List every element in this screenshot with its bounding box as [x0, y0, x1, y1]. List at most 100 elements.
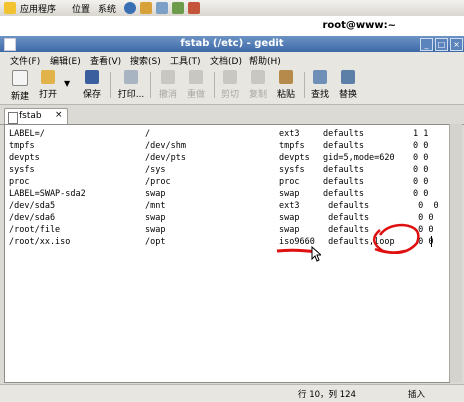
red-annotation	[276, 223, 420, 254]
presentation-icon[interactable]	[188, 2, 200, 14]
save-icon	[85, 70, 99, 84]
vertical-scrollbar[interactable]	[449, 124, 462, 382]
editor-line-2-field-3: tmpfs	[279, 141, 305, 151]
tab-fstab[interactable]: fstab ×	[4, 108, 68, 125]
editor-line-3-field-2: /dev/pts	[145, 153, 186, 163]
editor-line-1-field-2: /	[145, 129, 151, 139]
find-button[interactable]: 查找	[308, 70, 332, 100]
window-titlebar[interactable]: fstab (/etc) - gedit _ □ ×	[0, 36, 464, 52]
editor-line-10-field-2: /opt	[145, 237, 166, 247]
editor-line-4-field-5: 0 0	[413, 165, 429, 175]
replace-icon	[341, 70, 355, 84]
editor-line-4-field-1: sysfs	[9, 165, 35, 175]
toolbar-separator	[110, 72, 111, 98]
editor-line-8-field-4: defaults	[323, 213, 370, 223]
cursor-position: 行 10，列 124	[298, 390, 356, 400]
menu-documents[interactable]: 文档(D)	[210, 54, 242, 67]
printer-icon	[124, 70, 138, 84]
tab-label: fstab	[19, 111, 42, 121]
applications-menu[interactable]: 应用程序	[20, 2, 56, 15]
places-menu[interactable]: 位置	[72, 2, 90, 15]
editor-line-6-field-5: 0 0	[413, 189, 429, 199]
find-icon	[313, 70, 327, 84]
copy-button[interactable]: 复制	[246, 70, 270, 100]
menu-search[interactable]: 搜索(S)	[130, 54, 161, 67]
document-icon	[8, 112, 18, 124]
menu-edit[interactable]: 编辑(E)	[50, 54, 81, 67]
minimize-button[interactable]: _	[420, 38, 433, 51]
editor-line-5-field-5: 0 0	[413, 177, 429, 187]
editor-line-1-field-1: LABEL=/	[9, 129, 45, 139]
close-button[interactable]: ×	[450, 38, 463, 51]
text-editor[interactable]: LABEL=/ / ext3 defaults 1 1 tmpfs/dev/shm tmpf…	[4, 124, 450, 383]
undo-button[interactable]: 撤消	[156, 70, 180, 100]
clipboard-icon	[279, 70, 293, 84]
editor-line-1-field-3: ext3	[279, 129, 300, 139]
word-processor-icon[interactable]	[156, 2, 168, 14]
editor-line-3-field-3: devpts	[279, 153, 310, 163]
paste-button[interactable]: 粘贴	[274, 70, 298, 100]
editor-line-7-field-5: 0 0	[413, 201, 439, 211]
browser-icon[interactable]	[124, 2, 136, 14]
insert-mode: 插入	[408, 390, 426, 400]
window-title: fstab (/etc) - gedit	[180, 38, 284, 49]
editor-line-7-field-2: /mnt	[145, 201, 166, 211]
copy-icon	[251, 70, 265, 84]
editor-line-9-field-3: swap	[279, 225, 300, 235]
editor-line-6-field-1: LABEL=SWAP-sda2	[9, 189, 86, 199]
menu-file[interactable]: 文件(F)	[10, 54, 40, 67]
tab-close-button[interactable]: ×	[55, 110, 63, 120]
toolbar-separator	[150, 72, 151, 98]
editor-line-6-field-3: swap	[279, 189, 300, 199]
editor-line-4-field-2: /sys	[145, 165, 166, 175]
undo-icon	[161, 70, 175, 84]
editor-line-3-field-4: gid=5,mode=620	[323, 153, 395, 163]
editor-line-9-field-4: defaults	[323, 225, 370, 235]
save-button[interactable]: 保存	[80, 70, 104, 100]
print-button[interactable]: 打印...	[116, 70, 146, 100]
statusbar: 行 10，列 124 插入	[0, 384, 464, 402]
editor-line-2-field-2: /dev/shm	[145, 141, 186, 151]
mail-icon[interactable]	[140, 2, 152, 14]
open-dropdown-icon[interactable]: ▼	[64, 79, 70, 88]
toolbar: 新建 打开 ▼ 保存 打印... 撤消 重做 剪切 复制 粘贴 查找 替换	[0, 67, 464, 105]
editor-line-5-field-2: /proc	[145, 177, 171, 187]
editor-line-2-field-1: tmpfs	[9, 141, 35, 151]
open-button[interactable]: 打开	[36, 70, 60, 100]
editor-line-5-field-1: proc	[9, 177, 30, 187]
new-document-icon	[12, 70, 28, 86]
maximize-button[interactable]: □	[435, 38, 448, 51]
editor-line-10-field-4: defaults,loop	[323, 237, 395, 247]
folder-icon	[41, 70, 55, 84]
editor-line-4-field-4: defaults	[323, 165, 364, 175]
editor-line-9-field-2: swap	[145, 225, 166, 235]
system-menu[interactable]: 系统	[98, 2, 116, 15]
new-button[interactable]: 新建	[8, 70, 32, 102]
menu-tools[interactable]: 工具(T)	[170, 54, 201, 67]
editor-line-10-field-1: /root/xx.iso	[9, 237, 71, 247]
foot-icon[interactable]	[4, 2, 16, 14]
mouse-pointer-icon	[311, 246, 321, 262]
editor-line-8-field-2: swap	[145, 213, 166, 223]
desktop-top-panel: 应用程序 位置 系统	[0, 0, 464, 17]
cut-button[interactable]: 剪切	[218, 70, 242, 100]
replace-button[interactable]: 替换	[336, 70, 360, 100]
spreadsheet-icon[interactable]	[172, 2, 184, 14]
editor-line-7-field-1: /dev/sda5	[9, 201, 56, 211]
editor-line-7-field-3: ext3	[279, 201, 300, 211]
menu-view[interactable]: 查看(V)	[90, 54, 121, 67]
editor-line-5-field-4: defaults	[323, 177, 364, 187]
background-window-bar[interactable]: root@www:~	[0, 16, 464, 37]
redo-button[interactable]: 重做	[184, 70, 208, 100]
editor-line-8-field-5: 0 0	[413, 213, 434, 223]
text-cursor	[431, 236, 432, 247]
editor-line-3-field-1: devpts	[9, 153, 40, 163]
editor-line-3-field-5: 0 0	[413, 153, 429, 163]
editor-line-9-field-1: /root/file	[9, 225, 61, 235]
editor-line-10-field-3: iso9660	[279, 237, 315, 247]
editor-line-1-field-4: defaults	[323, 129, 364, 139]
menu-help[interactable]: 帮助(H)	[249, 54, 281, 67]
editor-line-4-field-3: sysfs	[279, 165, 305, 175]
editor-line-9-field-5: 0 0	[413, 225, 434, 235]
menubar: 文件(F) 编辑(E) 查看(V) 搜索(S) 工具(T) 文档(D) 帮助(H…	[0, 52, 464, 68]
